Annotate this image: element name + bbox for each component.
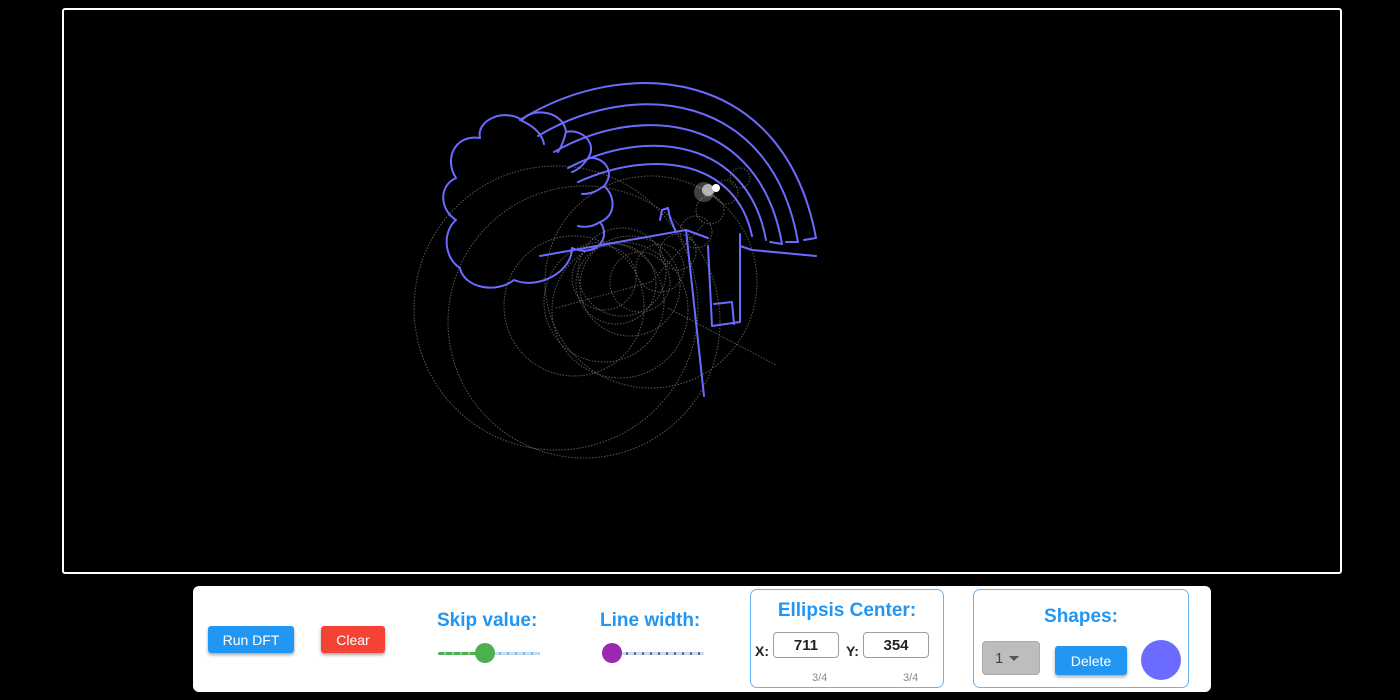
epicycle-circle — [679, 215, 713, 249]
shape-select-value: 1 — [995, 649, 1004, 667]
epicycle-circle — [543, 241, 665, 363]
wall-line — [685, 229, 705, 397]
y-input[interactable] — [863, 632, 929, 658]
shape-color-picker[interactable] — [1141, 640, 1181, 680]
shapes-group: Shapes: 1 Delete — [973, 589, 1189, 688]
delete-shape-button[interactable]: Delete — [1055, 646, 1127, 675]
line-width-slider[interactable] — [602, 643, 704, 663]
chevron-down-icon — [1009, 655, 1020, 661]
control-panel: Run DFT Clear Skip value: Line width: El… — [193, 586, 1211, 692]
cloud — [442, 111, 614, 289]
line-width-label: Line width: — [600, 610, 701, 631]
ellipse-center-title: Ellipsis Center: — [777, 600, 917, 621]
epicycles — [413, 165, 777, 459]
window — [713, 301, 735, 325]
skip-value-label: Skip value: — [437, 610, 538, 631]
chimney — [707, 233, 741, 327]
rainbow-ends — [769, 237, 817, 245]
width-slider-thumb[interactable] — [602, 643, 622, 663]
epicycle-circle — [729, 167, 751, 189]
skip-slider-thumb[interactable] — [474, 643, 495, 663]
width-slider-track — [612, 652, 704, 655]
shape-select[interactable]: 1 — [982, 641, 1040, 675]
skip-value-slider[interactable] — [438, 643, 540, 663]
ellipse-center-group: Ellipsis Center: X: Y: 3/4 3/4 — [750, 589, 944, 688]
epicycle-arm — [555, 281, 652, 309]
x-input[interactable] — [773, 632, 839, 658]
y-label: Y: — [846, 643, 859, 659]
epicycle-circle — [551, 241, 689, 379]
shapes-title: Shapes: — [1044, 606, 1118, 627]
epicycle-circle — [713, 179, 739, 205]
roof-line — [539, 229, 709, 257]
x-label: X: — [755, 643, 769, 659]
x-char-counter: 3/4 — [812, 672, 828, 684]
drawing-svg — [413, 82, 817, 459]
epicycle-arm — [667, 307, 777, 366]
drawing-canvas[interactable] — [62, 8, 1342, 574]
y-char-counter: 3/4 — [903, 672, 919, 684]
run-dft-button[interactable]: Run DFT — [208, 626, 294, 653]
clear-button[interactable]: Clear — [321, 626, 385, 653]
